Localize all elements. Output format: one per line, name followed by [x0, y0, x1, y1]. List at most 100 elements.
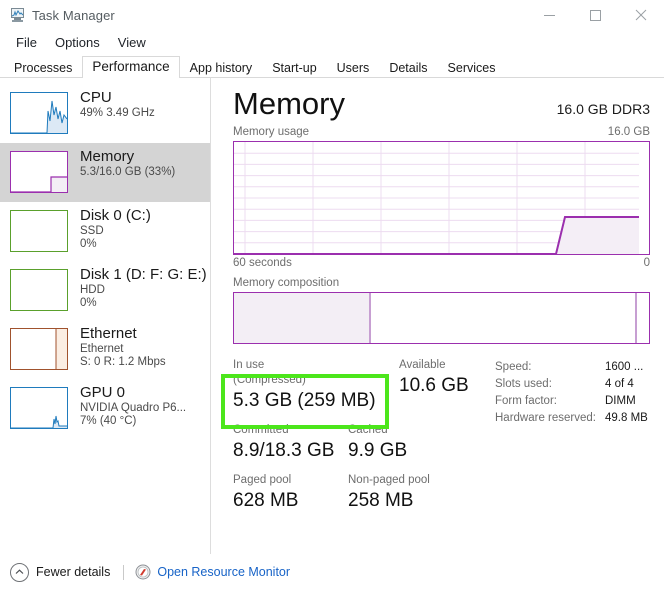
stat-paged-pool-value: 628 MB [233, 488, 336, 513]
info-row-slots-used: Slots used: 4 of 4 [495, 376, 650, 393]
tab-start-up[interactable]: Start-up [262, 56, 326, 78]
sidebar-item-memory-title: Memory [80, 149, 175, 166]
page-title: Memory [233, 84, 345, 124]
minimize-icon [544, 15, 555, 16]
sidebar-item-disk-0-title: Disk 0 (C:) [80, 208, 151, 225]
menu-item-file[interactable]: File [8, 33, 45, 52]
memory-composition-label: Memory composition [233, 277, 650, 289]
memory-detail-panel: Memory 16.0 GB DDR3 Memory usage 16.0 GB [211, 78, 664, 554]
fewer-details-label: Fewer details [36, 565, 110, 579]
stat-non-paged-pool-label: Non-paged pool [348, 473, 481, 488]
tab-app-history[interactable]: App history [180, 56, 263, 78]
sidebar-item-cpu-sub1: 49% 3.49 GHz [80, 107, 155, 120]
sidebar-item-gpu-0-sub1: NVIDIA Quadro P6... [80, 402, 186, 415]
info-hardware-reserved-key: Hardware reserved: [495, 410, 605, 427]
usage-graph-caption: Memory usage 16.0 GB [233, 126, 650, 138]
window-controls [526, 0, 664, 30]
resource-sidebar: CPU 49% 3.49 GHz Memory 5.3/16.0 GB (33%… [0, 78, 211, 554]
stat-cached: Cached 9.9 GB [336, 423, 481, 463]
sidebar-item-cpu-title: CPU [80, 90, 155, 107]
sidebar-item-ethernet-labels: Ethernet Ethernet S: 0 R: 1.2 Mbps [80, 326, 166, 369]
menu-item-view[interactable]: View [110, 33, 154, 52]
sidebar-item-ethernet-sub2: S: 0 R: 1.2 Mbps [80, 356, 166, 369]
app-icon-graph [12, 10, 23, 17]
tab-services[interactable]: Services [438, 56, 506, 78]
sidebar-item-disk-0-labels: Disk 0 (C:) SSD 0% [80, 208, 151, 251]
usage-graph-fill [556, 217, 639, 254]
minimize-button[interactable] [526, 0, 572, 30]
memory-usage-graph[interactable] [233, 141, 650, 255]
close-button[interactable] [618, 0, 664, 30]
axis-label-right: 0 [644, 257, 650, 269]
info-speed-key: Speed: [495, 359, 605, 376]
tab-details[interactable]: Details [379, 56, 437, 78]
stat-cached-label: Cached [348, 423, 481, 438]
maximize-button[interactable] [572, 0, 618, 30]
open-resource-monitor-button[interactable]: Open Resource Monitor [135, 564, 290, 580]
open-resource-monitor-label: Open Resource Monitor [157, 565, 290, 579]
info-slots-used-key: Slots used: [495, 376, 605, 393]
statistics-right-column: Speed: 1600 ... Slots used: 4 of 4 Form … [481, 358, 650, 523]
sidebar-item-ethernet-title: Ethernet [80, 326, 166, 343]
tab-strip: Processes Performance App history Start-… [0, 54, 664, 78]
memory-thumbnail [10, 151, 68, 193]
stat-row-3: Paged pool 628 MB Non-paged pool 258 MB [233, 473, 481, 523]
info-form-factor-value: DIMM [605, 393, 636, 410]
memory-composition-bar[interactable] [233, 292, 650, 344]
stat-non-paged-pool: Non-paged pool 258 MB [336, 473, 481, 513]
sidebar-item-gpu-0[interactable]: GPU 0 NVIDIA Quadro P6... 7% (40 °C) [0, 379, 210, 438]
menu-item-options[interactable]: Options [47, 33, 108, 52]
title-bar: Task Manager [0, 0, 664, 30]
statistics-left-column: In use (Compressed) 5.3 GB (259 MB) Avai… [233, 358, 481, 523]
close-icon [635, 9, 647, 21]
ethernet-thumbnail [10, 328, 68, 370]
sidebar-item-ethernet[interactable]: Ethernet Ethernet S: 0 R: 1.2 Mbps [0, 320, 210, 379]
info-hardware-reserved-value: 49.8 MB [605, 410, 648, 427]
chevron-up-icon [10, 563, 29, 582]
info-speed-value: 1600 ... [605, 359, 643, 376]
sidebar-item-gpu-0-title: GPU 0 [80, 385, 186, 402]
sidebar-item-cpu[interactable]: CPU 49% 3.49 GHz [0, 84, 210, 143]
composition-segment-in-use [234, 293, 371, 343]
stat-paged-pool-label: Paged pool [233, 473, 336, 488]
info-form-factor-key: Form factor: [495, 393, 605, 410]
task-manager-icon [9, 7, 25, 23]
gpu-0-thumbnail [10, 387, 68, 429]
sidebar-item-memory[interactable]: Memory 5.3/16.0 GB (33%) [0, 143, 210, 202]
info-row-form-factor: Form factor: DIMM [495, 393, 650, 410]
sidebar-item-disk-1-sub2: 0% [80, 297, 207, 310]
stat-committed: Committed 8.9/18.3 GB [233, 423, 336, 463]
content-area: CPU 49% 3.49 GHz Memory 5.3/16.0 GB (33%… [0, 78, 664, 554]
sidebar-item-disk-1[interactable]: Disk 1 (D: F: G: E:) HDD 0% [0, 261, 210, 320]
info-row-speed: Speed: 1600 ... [495, 359, 650, 376]
tab-users[interactable]: Users [327, 56, 380, 78]
resource-monitor-icon [135, 564, 151, 580]
sidebar-item-gpu-0-labels: GPU 0 NVIDIA Quadro P6... 7% (40 °C) [80, 385, 186, 428]
sidebar-item-cpu-labels: CPU 49% 3.49 GHz [80, 90, 155, 120]
info-slots-used-value: 4 of 4 [605, 376, 634, 393]
stat-available-value: 10.6 GB [399, 373, 481, 398]
sidebar-item-gpu-0-sub2: 7% (40 °C) [80, 415, 186, 428]
info-row-hardware-reserved: Hardware reserved: 49.8 MB [495, 410, 650, 427]
composition-segment-reserved [637, 293, 649, 343]
axis-label-left: 60 seconds [233, 257, 292, 269]
memory-statistics: In use (Compressed) 5.3 GB (259 MB) Avai… [233, 358, 650, 523]
stat-paged-pool: Paged pool 628 MB [233, 473, 336, 513]
composition-segment-available [371, 293, 637, 343]
fewer-details-button[interactable]: Fewer details [10, 563, 110, 582]
sidebar-item-memory-labels: Memory 5.3/16.0 GB (33%) [80, 149, 175, 179]
sidebar-item-disk-1-sub1: HDD [80, 284, 207, 297]
disk-0-thumbnail [10, 210, 68, 252]
tab-processes[interactable]: Processes [4, 56, 82, 78]
menu-bar: File Options View [0, 30, 664, 54]
tab-performance[interactable]: Performance [82, 56, 179, 78]
stat-in-use-value: 5.3 GB (259 MB) [233, 388, 336, 413]
usage-graph-max: 16.0 GB [608, 126, 650, 138]
sidebar-item-disk-0[interactable]: Disk 0 (C:) SSD 0% [0, 202, 210, 261]
sidebar-item-ethernet-sub1: Ethernet [80, 343, 166, 356]
usage-graph-axis: 60 seconds 0 [233, 257, 650, 269]
sidebar-item-memory-sub1: 5.3/16.0 GB (33%) [80, 166, 175, 179]
sidebar-item-disk-0-sub2: 0% [80, 238, 151, 251]
stat-committed-value: 8.9/18.3 GB [233, 438, 336, 463]
disk-1-thumbnail [10, 269, 68, 311]
